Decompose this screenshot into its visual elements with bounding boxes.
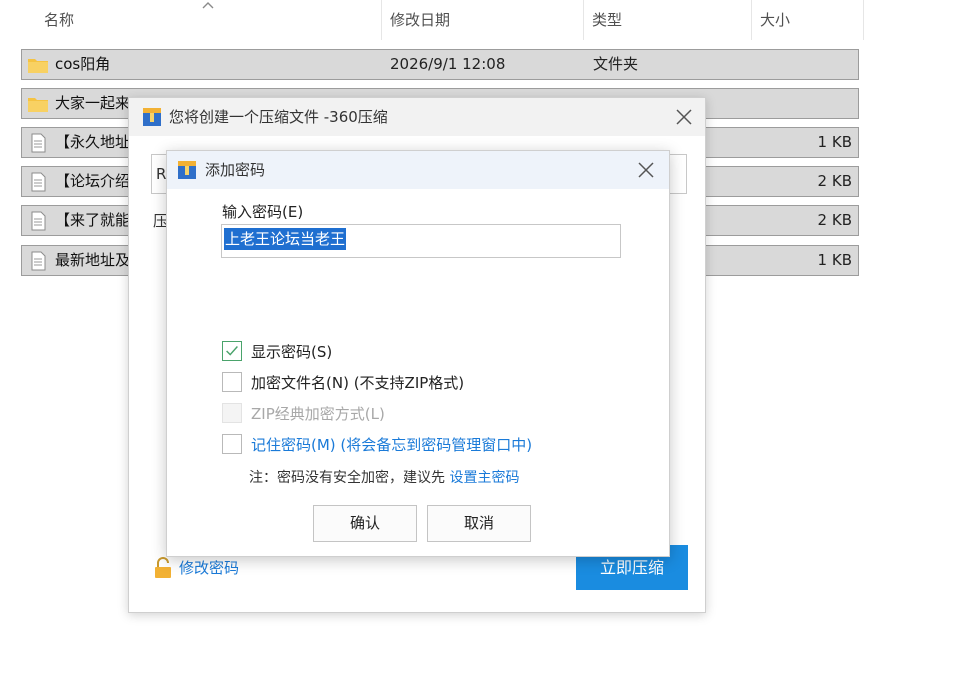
file-size: 2 KB [817,211,852,229]
file-size: 2 KB [817,172,852,190]
file-icon [31,251,46,271]
file-name: 【来了就能 [55,211,131,229]
file-name: 【论坛介绍 [55,172,131,190]
set-master-password-link[interactable]: 设置主密码 [449,470,519,486]
lock-icon [155,557,171,578]
sort-up-icon [202,2,214,9]
close-icon[interactable] [635,159,657,181]
archive-app-icon [178,161,196,179]
column-header: 名称 修改日期 类型 大小 [0,0,866,40]
security-note: 注：密码没有安全加密，建议先 设置主密码 [249,467,519,487]
security-note-text: 注：密码没有安全加密，建议先 [249,470,450,486]
file-name: 【永久地址 [55,133,131,151]
compress-dialog-title: 您将创建一个压缩文件 -360压缩 [169,108,388,126]
password-input[interactable]: 上老王论坛当老王 [221,224,621,258]
folder-icon [28,59,48,73]
file-size: 1 KB [817,133,852,151]
password-value: 上老王论坛当老王 [224,228,347,250]
remember-password-checkbox[interactable] [222,434,242,454]
file-size: 1 KB [817,251,852,269]
close-icon[interactable] [673,106,695,128]
compress-dialog-titlebar[interactable]: 您将创建一个压缩文件 -360压缩 [129,98,705,136]
column-size[interactable]: 大小 [752,0,864,40]
zip-classic-checkbox [222,403,242,423]
file-icon [31,133,46,153]
file-icon [31,211,46,231]
modify-password-label: 修改密码 [179,559,240,577]
remember-password-label: 记住密码(M) (将会备忘到密码管理窗口中) [251,436,533,454]
file-name: 最新地址及 [55,251,131,269]
column-type[interactable]: 类型 [584,0,752,40]
add-password-title: 添加密码 [205,161,266,179]
file-name: 大家一起来 [55,94,131,112]
file-row[interactable]: cos阳角 2026/9/1 12:08 文件夹 [21,49,859,80]
encrypt-filenames-label: 加密文件名(N) (不支持ZIP格式) [251,374,465,392]
show-password-label: 显示密码(S) [251,343,333,361]
folder-icon [28,98,48,112]
add-password-titlebar[interactable]: 添加密码 [167,151,669,189]
column-modified-label: 修改日期 [390,11,451,29]
encrypt-filenames-checkbox[interactable] [222,372,242,392]
archive-path-fragment: R [156,165,167,183]
show-password-checkbox[interactable] [222,341,242,361]
column-name-label: 名称 [44,11,75,29]
password-label: 输入密码(E) [222,203,304,221]
column-size-label: 大小 [760,11,791,29]
file-name: cos阳角 [55,55,111,73]
checkmark-icon [226,346,238,356]
column-modified[interactable]: 修改日期 [382,0,584,40]
file-icon [31,172,46,192]
file-type: 文件夹 [593,55,639,73]
archive-app-icon [143,108,161,126]
cancel-button[interactable]: 取消 [427,505,531,542]
modify-password-link[interactable]: 修改密码 [153,556,239,580]
column-type-label: 类型 [592,11,623,29]
ok-button[interactable]: 确认 [313,505,417,542]
file-date: 2026/9/1 12:08 [390,55,506,73]
zip-classic-label: ZIP经典加密方式(L) [251,405,385,423]
add-password-dialog: 添加密码 输入密码(E) 上老王论坛当老王 显示密码(S) 加密文件名(N) (… [166,150,670,557]
